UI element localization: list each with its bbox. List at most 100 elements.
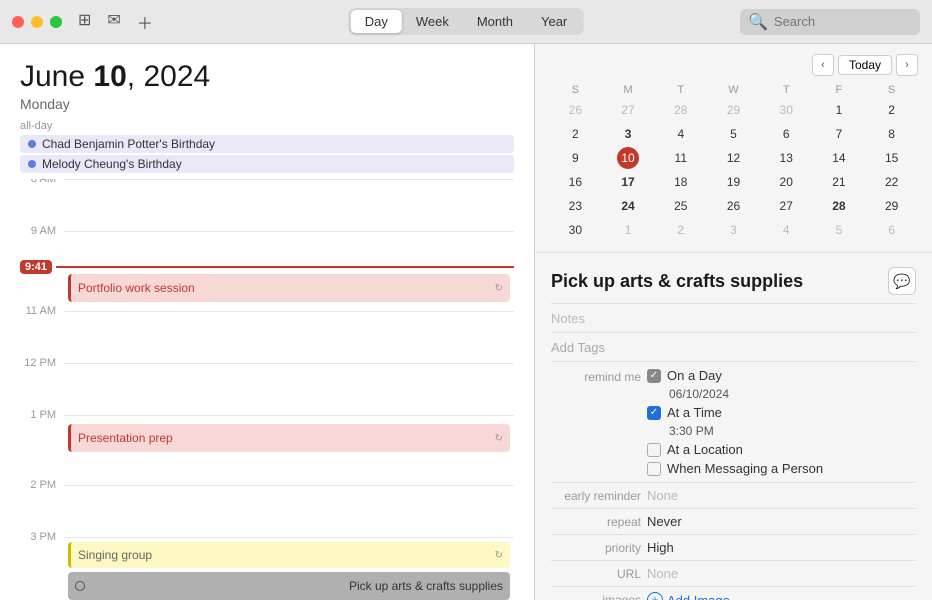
cal-cell[interactable]: 5 (813, 218, 866, 242)
at-a-time-value: 3:30 PM (669, 424, 714, 438)
remind-on-a-day[interactable]: ✓ On a Day (647, 368, 916, 383)
view-day-button[interactable]: Day (351, 10, 402, 33)
view-year-button[interactable]: Year (527, 10, 581, 33)
titlebar-icons: ⊞ ✉ ＋ (78, 10, 153, 34)
on-a-day-checkbox[interactable]: ✓ (647, 369, 661, 383)
date-header: June 10, 2024 Monday (0, 44, 534, 120)
cal-cell[interactable]: 11 (654, 146, 707, 170)
at-a-location-checkbox[interactable] (647, 443, 661, 457)
images-label: images (551, 593, 641, 600)
cal-cell[interactable]: 2 (654, 218, 707, 242)
notes-field[interactable]: Notes (551, 303, 916, 332)
cal-cell[interactable]: 1 (813, 98, 866, 122)
add-image-button[interactable]: + Add Image... (647, 592, 741, 600)
close-button[interactable] (12, 16, 24, 28)
time-label-1pm: 1 PM (20, 409, 56, 421)
at-a-time-label: At a Time (667, 405, 722, 420)
event-portfolio[interactable]: Portfolio work session ↻ (68, 274, 510, 302)
when-messaging-checkbox[interactable] (647, 462, 661, 476)
view-month-button[interactable]: Month (463, 10, 527, 33)
cal-cell[interactable]: 17 (602, 170, 655, 194)
cal-cell[interactable]: 4 (760, 218, 813, 242)
cal-cell[interactable]: 6 (760, 122, 813, 146)
priority-value[interactable]: High (647, 540, 674, 555)
day-header-t2: T (760, 82, 813, 98)
cal-cell[interactable]: 26 (707, 194, 760, 218)
cal-cell[interactable]: 21 (813, 170, 866, 194)
cal-cell[interactable]: 3 (707, 218, 760, 242)
event-presentation[interactable]: Presentation prep ↻ (68, 424, 510, 452)
time-line-9am: 9:41 Portfolio work session ↻ (64, 231, 514, 311)
event-pickup[interactable]: Pick up arts & crafts supplies (68, 572, 510, 600)
at-a-time-checkbox[interactable]: ✓ (647, 406, 661, 420)
repeat-value[interactable]: Never (647, 514, 682, 529)
cal-cell[interactable]: 8 (865, 122, 918, 146)
cal-cell[interactable]: 30 (549, 218, 602, 242)
cal-cell[interactable]: 15 (865, 146, 918, 170)
cal-cell[interactable]: 16 (549, 170, 602, 194)
view-switcher: Day Week Month Year (349, 8, 584, 35)
all-day-event-title-0: Chad Benjamin Potter's Birthday (42, 137, 215, 151)
note-icon-button[interactable]: 💬 (888, 267, 916, 295)
cal-cell[interactable]: 25 (654, 194, 707, 218)
tags-field[interactable]: Add Tags (551, 332, 916, 361)
search-input[interactable] (774, 14, 912, 29)
day-header-w: W (707, 82, 760, 98)
inbox-icon[interactable]: ✉ (107, 10, 120, 34)
remind-at-a-location[interactable]: At a Location (647, 442, 916, 457)
cal-cell[interactable]: 18 (654, 170, 707, 194)
cal-cell[interactable]: 2 (549, 122, 602, 146)
date-month: June (20, 60, 85, 93)
cal-cell[interactable]: 27 (602, 98, 655, 122)
all-day-event-0[interactable]: Chad Benjamin Potter's Birthday (20, 135, 514, 153)
all-day-event-1[interactable]: Melody Cheung's Birthday (20, 155, 514, 173)
maximize-button[interactable] (50, 16, 62, 28)
event-singing[interactable]: Singing group ↻ (68, 542, 510, 568)
sidebar-icon[interactable]: ⊞ (78, 10, 91, 34)
cal-cell[interactable]: 28 (654, 98, 707, 122)
prev-month-button[interactable]: ‹ (812, 54, 834, 76)
cal-cell[interactable]: 24 (602, 194, 655, 218)
cal-cell[interactable]: 19 (707, 170, 760, 194)
add-image-label: Add Image... (667, 593, 741, 600)
on-a-day-label: On a Day (667, 368, 722, 383)
cal-cell[interactable]: 29 (865, 194, 918, 218)
minimize-button[interactable] (31, 16, 43, 28)
day-header-m: M (602, 82, 655, 98)
cal-cell[interactable]: 28 (813, 194, 866, 218)
cal-cell[interactable]: 30 (760, 98, 813, 122)
cal-cell[interactable]: 7 (813, 122, 866, 146)
date-day-number: 10 (93, 60, 126, 93)
cal-cell[interactable]: 29 (707, 98, 760, 122)
cal-cell[interactable]: 14 (813, 146, 866, 170)
cal-cell[interactable]: 6 (865, 218, 918, 242)
cal-cell[interactable]: 22 (865, 170, 918, 194)
cal-cell-today[interactable]: 10 (617, 147, 639, 169)
remind-when-messaging[interactable]: When Messaging a Person (647, 461, 916, 476)
date-main: June 10, 2024 (20, 60, 514, 94)
cal-cell[interactable]: 9 (549, 146, 602, 170)
cal-cell[interactable]: 5 (707, 122, 760, 146)
cal-cell[interactable]: 23 (549, 194, 602, 218)
url-value[interactable]: None (647, 566, 678, 581)
view-week-button[interactable]: Week (402, 10, 463, 33)
today-button[interactable]: Today (838, 55, 892, 75)
cal-cell[interactable]: 26 (549, 98, 602, 122)
cal-cell[interactable]: 12 (707, 146, 760, 170)
cal-cell[interactable]: 4 (654, 122, 707, 146)
main-content: June 10, 2024 Monday all-day Chad Benjam… (0, 44, 932, 600)
remind-at-a-time[interactable]: ✓ At a Time (647, 405, 916, 420)
cal-cell[interactable]: 2 (865, 98, 918, 122)
next-month-button[interactable]: › (896, 54, 918, 76)
mini-cal-header: ‹ Today › (549, 54, 918, 76)
cal-cell[interactable]: 13 (760, 146, 813, 170)
cal-cell[interactable]: 20 (760, 170, 813, 194)
cal-cell[interactable]: 27 (760, 194, 813, 218)
early-reminder-value[interactable]: None (647, 488, 678, 503)
cal-cell[interactable]: 3 (602, 122, 655, 146)
add-icon[interactable]: ＋ (137, 10, 153, 34)
search-bar[interactable]: 🔍 (740, 9, 920, 35)
url-row: URL None (551, 560, 916, 586)
at-a-location-label: At a Location (667, 442, 743, 457)
cal-cell[interactable]: 1 (602, 218, 655, 242)
